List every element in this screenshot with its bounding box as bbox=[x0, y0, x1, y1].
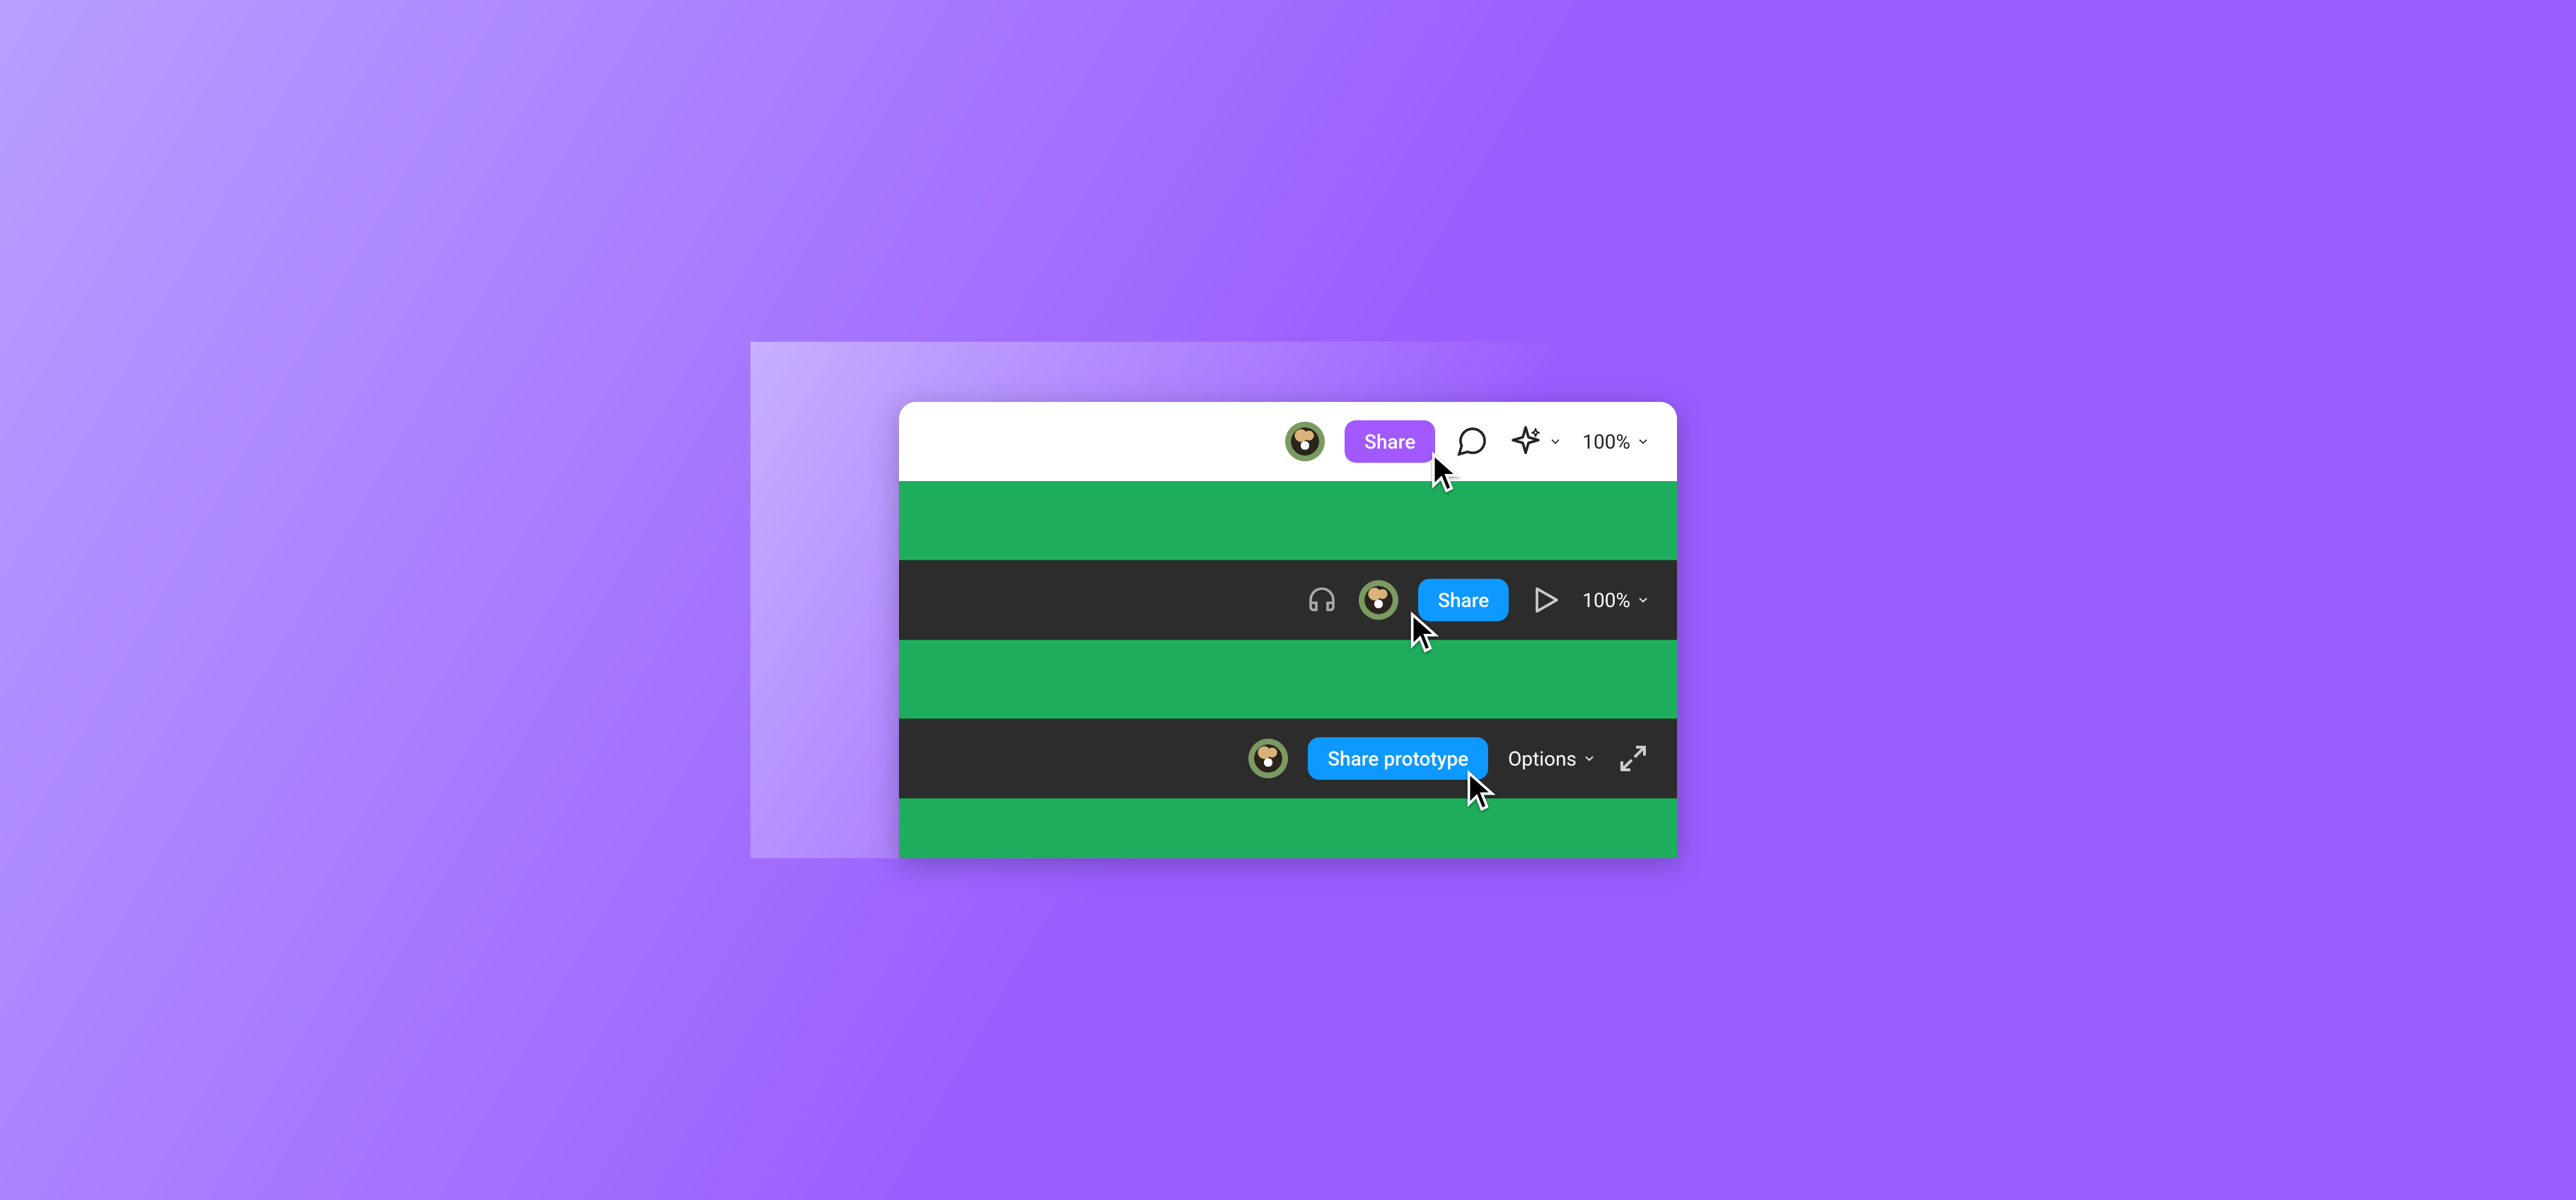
options-label: Options bbox=[1508, 747, 1577, 771]
illustration-stage: Share 100% bbox=[750, 342, 1826, 858]
share-button[interactable]: Share bbox=[1418, 579, 1509, 621]
avatar[interactable] bbox=[1248, 739, 1288, 778]
app-window: Share 100% bbox=[899, 402, 1677, 858]
share-prototype-button[interactable]: Share prototype bbox=[1308, 737, 1488, 780]
toolbar-design-light: Share 100% bbox=[899, 402, 1677, 481]
canvas-band bbox=[899, 640, 1677, 719]
zoom-label: 100% bbox=[1582, 589, 1630, 612]
share-button-label: Share bbox=[1438, 589, 1489, 612]
zoom-label: 100% bbox=[1582, 430, 1630, 454]
zoom-control[interactable]: 100% bbox=[1582, 589, 1650, 612]
share-button-label: Share bbox=[1364, 430, 1415, 454]
avatar[interactable] bbox=[1285, 422, 1325, 461]
options-dropdown[interactable]: Options bbox=[1508, 747, 1596, 771]
avatar[interactable] bbox=[1359, 580, 1398, 620]
headphones-icon[interactable] bbox=[1305, 583, 1339, 617]
canvas-band bbox=[899, 481, 1677, 560]
sparkle-icon bbox=[1509, 425, 1543, 458]
play-icon[interactable] bbox=[1528, 583, 1562, 617]
fullscreen-icon[interactable] bbox=[1616, 742, 1650, 775]
share-button[interactable]: Share bbox=[1345, 420, 1435, 463]
share-prototype-label: Share prototype bbox=[1328, 747, 1468, 771]
zoom-control[interactable]: 100% bbox=[1582, 430, 1650, 454]
ai-actions-button[interactable] bbox=[1509, 425, 1562, 458]
canvas-band bbox=[899, 798, 1677, 858]
toolbar-prototype-dark: Share prototype Options bbox=[899, 719, 1677, 798]
comment-icon[interactable] bbox=[1455, 425, 1489, 458]
toolbar-figjam-dark: Share 100% bbox=[899, 560, 1677, 640]
